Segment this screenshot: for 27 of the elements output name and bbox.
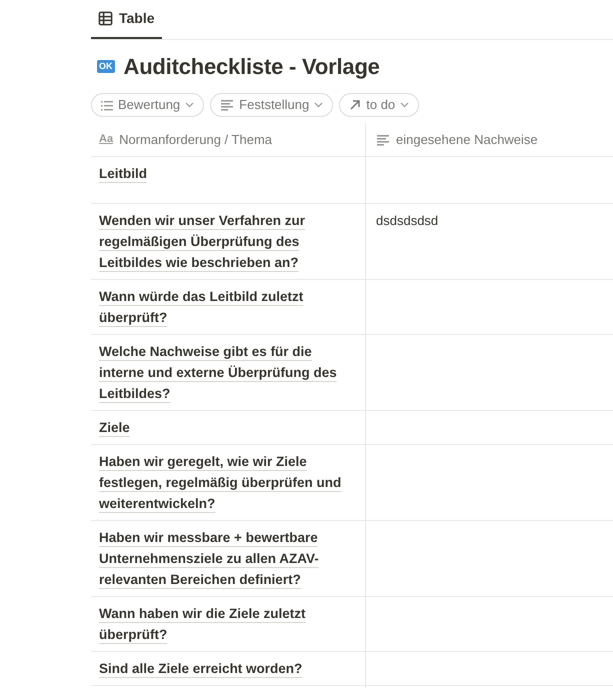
view-tab[interactable]: Table bbox=[91, 0, 162, 39]
row-title-link[interactable]: Haben wir messbare + bewertbare Unternehmensziele zu allen AZAV-relevanten Bereichen definiert? bbox=[99, 527, 343, 590]
chevron-down-icon bbox=[400, 102, 410, 108]
row-title-link[interactable]: Sind alle Ziele erreicht worden? bbox=[99, 658, 343, 679]
property-filter-button[interactable]: Feststellung bbox=[210, 93, 334, 117]
table-icon bbox=[98, 11, 113, 26]
chevron-down-icon bbox=[314, 102, 324, 108]
column-header[interactable]: eingesehene Nachweise bbox=[366, 123, 613, 156]
row-title-link[interactable]: Welche Nachweise gibt es für die interne und externe Überprüfung des Leitbildes? bbox=[99, 341, 343, 404]
list-icon bbox=[101, 100, 113, 110]
column-header[interactable]: Aa Normanforderung / Thema bbox=[91, 123, 366, 156]
row-title-link[interactable]: Wann würde das Leitbild zuletzt überprüft? bbox=[99, 286, 343, 328]
text-lines-icon bbox=[376, 134, 390, 146]
text-lines-icon bbox=[220, 99, 234, 111]
row-title-link[interactable]: Leitbild bbox=[99, 163, 343, 184]
page-title: Auditcheckliste - Vorlage bbox=[124, 53, 380, 81]
chevron-down-icon bbox=[185, 102, 194, 108]
ok-emoji: OK bbox=[97, 60, 114, 73]
property-filter-button[interactable]: Bewertung bbox=[91, 93, 204, 117]
table-cell: dsdsdsdsd bbox=[376, 213, 438, 228]
arrow-icon bbox=[349, 99, 362, 111]
row-title-link[interactable]: Wann haben wir die Ziele zuletzt überprüft? bbox=[99, 603, 343, 645]
property-filter-button[interactable]: to do bbox=[339, 93, 420, 117]
text-type-icon: Aa bbox=[99, 134, 114, 145]
row-title-link[interactable]: Wenden wir unser Verfahren zur regelmäßigen Überprüfung des Leitbildes wie beschrieben an? bbox=[99, 210, 343, 273]
row-title-link[interactable]: Haben wir geregelt, wie wir Ziele festlegen, regelmäßig überprüfen und weiterentwickeln? bbox=[99, 451, 343, 514]
row-title-link[interactable]: Ziele bbox=[99, 417, 343, 438]
